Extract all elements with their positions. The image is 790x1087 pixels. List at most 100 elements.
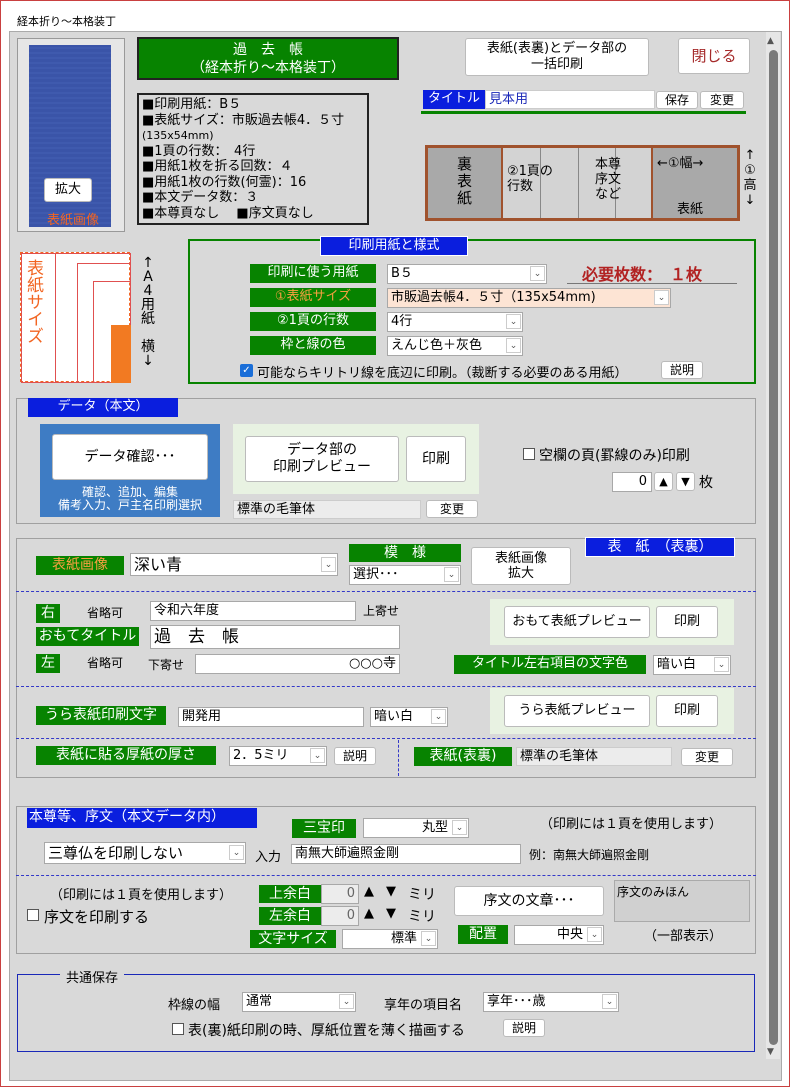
back-color-select[interactable]: 暗い白 ⌄ bbox=[370, 707, 448, 727]
title-color-value: 暗い白 bbox=[657, 657, 697, 672]
cover-image-select-label: 表紙画像 bbox=[36, 556, 124, 575]
blank-pages-count[interactable]: 0 bbox=[612, 472, 652, 492]
preface-checkbox-label: 序文を印刷する bbox=[44, 908, 150, 926]
chevron-down-icon: ⌄ bbox=[229, 845, 244, 860]
pattern-select[interactable]: 選択･･･ ⌄ bbox=[349, 565, 461, 585]
lines-per-page-select[interactable]: 4行 ⌄ bbox=[387, 312, 523, 332]
top-margin-label: 上余白 bbox=[259, 885, 321, 903]
thickness-explain-button[interactable]: 説明 bbox=[334, 747, 376, 765]
left-margin-up-icon[interactable]: ▲ bbox=[364, 906, 374, 921]
sanpo-value: 丸型 bbox=[421, 820, 448, 835]
diagram-cover-label: 表紙 bbox=[677, 202, 704, 217]
data-confirm-button[interactable]: データ確認･･･ bbox=[52, 434, 208, 480]
count-down-icon[interactable]: ▼ bbox=[676, 472, 695, 491]
info-line: ■1頁の行数： 4行 bbox=[142, 143, 256, 159]
title-input[interactable]: 見本用 bbox=[485, 90, 655, 109]
kyonen-label: 享年の項目名 bbox=[384, 998, 463, 1013]
chevron-down-icon: ⌄ bbox=[339, 994, 354, 1009]
chevron-down-icon: ⌄ bbox=[321, 557, 336, 572]
paper-cover-size-label: 表紙サイズ bbox=[23, 259, 43, 344]
scroll-up-icon[interactable]: ▲ bbox=[767, 36, 774, 46]
frame-width-select[interactable]: 通常 ⌄ bbox=[242, 992, 356, 1012]
front-print-button[interactable]: 印刷 bbox=[656, 606, 718, 638]
left-label: 左 bbox=[36, 654, 60, 673]
title-color-select[interactable]: 暗い白 ⌄ bbox=[653, 655, 731, 675]
sanpo-select[interactable]: 丸型 ⌄ bbox=[363, 818, 469, 838]
cover-size-label: ①表紙サイズ bbox=[250, 288, 376, 307]
thickness-value: 2．5ミリ bbox=[233, 748, 289, 763]
preface-text-button[interactable]: 序文の文章･･･ bbox=[454, 886, 604, 916]
diagram-height-label: ↑ ① 高 ↓ bbox=[743, 148, 757, 208]
front-title-label: おもてタイトル bbox=[36, 627, 139, 646]
chevron-down-icon: ⌄ bbox=[444, 567, 459, 582]
position-select[interactable]: 中央 ⌄ bbox=[514, 925, 604, 945]
pattern-label: 模 様 bbox=[349, 544, 461, 562]
top-margin-input[interactable]: 0 bbox=[321, 884, 359, 904]
batch-print-button[interactable]: 表紙(表裏)とデータ部の 一括印刷 bbox=[465, 38, 649, 76]
blank-pages-checkbox[interactable] bbox=[523, 448, 535, 460]
front-title-input[interactable]: 過 去 帳 bbox=[150, 625, 400, 649]
cover-image-select[interactable]: 深い青 ⌄ bbox=[130, 553, 338, 576]
left-margin-input[interactable]: 0 bbox=[321, 906, 359, 926]
data-print-button[interactable]: 印刷 bbox=[406, 436, 466, 482]
cover-size-select[interactable]: 市販過去帳4．５寸（135x54mm) ⌄ bbox=[387, 288, 671, 308]
front-preview-button[interactable]: おもて表紙プレビュー bbox=[504, 606, 650, 638]
info-line: ■用紙1枚を折る回数：４ bbox=[142, 159, 293, 174]
top-margin-down-icon[interactable]: ▼ bbox=[386, 884, 396, 899]
data-confirm-note: 確認、追加、編集 備考入力、戸主名印刷選択 bbox=[57, 485, 202, 512]
cut-line-checkbox[interactable]: ✓ bbox=[240, 364, 253, 377]
cover-image-label: 表紙画像 bbox=[46, 213, 99, 228]
sanson-select[interactable]: 三尊仏を印刷しない ⌄ bbox=[44, 842, 246, 864]
honzon-text-input[interactable]: 南無大師遍照金剛 bbox=[291, 844, 521, 864]
scrollbar-thumb[interactable] bbox=[769, 50, 778, 1045]
title-save-button[interactable]: 保存 bbox=[656, 91, 698, 109]
kyonen-select[interactable]: 享年･･･歳 ⌄ bbox=[483, 992, 619, 1012]
title-change-button[interactable]: 変更 bbox=[700, 91, 744, 109]
back-text-input[interactable]: 開発用 bbox=[178, 707, 364, 727]
cover-image-select-value: 深い青 bbox=[134, 555, 183, 574]
chevron-down-icon: ⌄ bbox=[530, 266, 545, 281]
cover-size-select-value: 市販過去帳4．５寸（135x54mm) bbox=[391, 290, 596, 305]
frame-color-select[interactable]: えんじ色＋灰色 ⌄ bbox=[387, 336, 523, 356]
honzon-example: 例：南無大師遍照金剛 bbox=[529, 848, 650, 862]
frame-color-value: えんじ色＋灰色 bbox=[391, 338, 483, 353]
preface-checkbox[interactable] bbox=[27, 909, 39, 921]
scroll-down-icon[interactable]: ▼ bbox=[767, 1047, 774, 1057]
top-margin-up-icon[interactable]: ▲ bbox=[364, 884, 374, 899]
left-margin-down-icon[interactable]: ▼ bbox=[386, 906, 396, 921]
left-text-input[interactable]: ○○○寺 bbox=[195, 654, 400, 674]
data-font-change-button[interactable]: 変更 bbox=[426, 500, 478, 518]
lines-per-page-value: 4行 bbox=[391, 314, 413, 329]
honzon-heading: 本尊等、序文（本文データ内） bbox=[27, 808, 257, 828]
thin-draw-checkbox[interactable] bbox=[172, 1023, 184, 1035]
data-preview-button[interactable]: データ部の 印刷プレビュー bbox=[245, 436, 399, 482]
cover-font-change-button[interactable]: 変更 bbox=[681, 748, 733, 766]
close-button[interactable]: 閉じる bbox=[678, 38, 750, 74]
paper-style-heading: 印刷用紙と様式 bbox=[320, 236, 468, 256]
cut-line-label: 可能ならキリトリ線を底辺に印刷。（裁断する必要のある用紙） bbox=[257, 366, 628, 381]
thin-draw-explain-button[interactable]: 説明 bbox=[503, 1019, 545, 1037]
right-text-input[interactable]: 令和六年度 bbox=[150, 601, 356, 621]
back-preview-button[interactable]: うら表紙プレビュー bbox=[504, 695, 650, 727]
left-omit-note: 省略可 bbox=[87, 656, 124, 670]
cover-zoom-button[interactable]: 拡大 bbox=[44, 178, 92, 202]
info-line: ■用紙1枚の行数(何霊)：16 bbox=[142, 174, 307, 190]
title-color-label: タイトル左右項目の文字色 bbox=[454, 655, 646, 674]
cover-image-zoom-button[interactable]: 表紙画像 拡大 bbox=[471, 547, 571, 585]
layout-diagram: 裏 表 紙 ②1頁の 行数 本尊 序文 など ←①幅→ 表紙 bbox=[425, 145, 740, 221]
font-size-select[interactable]: 標準 ⌄ bbox=[342, 929, 438, 949]
honzon-input-label: 入力 bbox=[255, 850, 282, 865]
chevron-down-icon: ⌄ bbox=[587, 927, 602, 942]
count-up-icon[interactable]: ▲ bbox=[654, 472, 673, 491]
back-print-button[interactable]: 印刷 bbox=[656, 695, 718, 727]
sanson-value: 三尊仏を印刷しない bbox=[48, 844, 184, 862]
paper-label: 印刷に使う用紙 bbox=[250, 264, 376, 283]
cover-font-label: 表紙(表裏) bbox=[414, 747, 512, 766]
pattern-select-value: 選択･･･ bbox=[353, 567, 399, 582]
thickness-select[interactable]: 2．5ミリ ⌄ bbox=[229, 746, 327, 766]
chevron-down-icon: ⌄ bbox=[506, 338, 521, 353]
cut-line-explain-button[interactable]: 説明 bbox=[661, 361, 703, 379]
frame-color-label: 枠と線の色 bbox=[250, 336, 376, 355]
paper-select[interactable]: B５ ⌄ bbox=[387, 264, 547, 284]
chevron-down-icon: ⌄ bbox=[714, 657, 729, 672]
